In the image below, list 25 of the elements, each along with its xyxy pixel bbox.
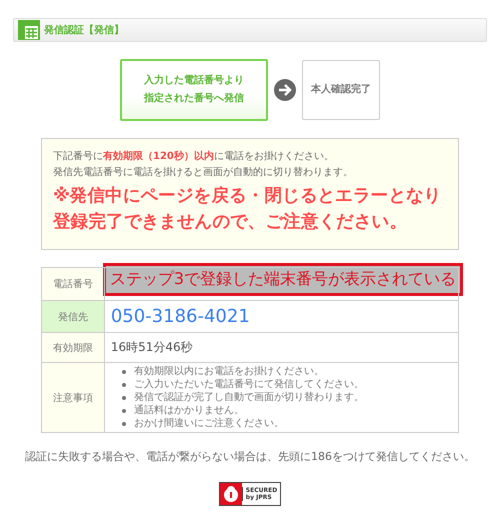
note-item: おかけ間違いにご注意ください。 bbox=[134, 417, 284, 430]
footer-note: 認証に失敗する場合や、電話が繋がらない場合は、先頭に186をつけて発信してください。 bbox=[25, 449, 475, 464]
note-item: 有効期限以内にお電話をお掛けください。 bbox=[134, 365, 324, 378]
note-item: ご入力いただいた電話番号にて発信してください。 bbox=[134, 378, 364, 391]
row-label: 有効期限 bbox=[42, 332, 104, 362]
bullet-icon bbox=[122, 408, 126, 412]
row-label: 発信先 bbox=[42, 300, 104, 332]
annotation-callout: ステップ3で登録した端末番号が表示されている bbox=[102, 262, 463, 296]
bullet-icon bbox=[122, 422, 126, 426]
bullet-icon bbox=[122, 396, 126, 400]
notice-text: 発信先電話番号に電話を掛けると画面が自動的に切り替わります。 bbox=[53, 166, 354, 180]
step-box: 入力した電話番号より 指定された番号へ発信 bbox=[120, 59, 268, 121]
expiry-time: 16時51分46秒 bbox=[110, 340, 193, 354]
step-box: 本人確認完了 bbox=[302, 60, 380, 120]
row-label: 電話番号 bbox=[42, 268, 104, 300]
row-label: 注意事項 bbox=[42, 362, 104, 432]
note-item: 発信で認証が完了し自動で画面が切り替わります。 bbox=[134, 391, 364, 404]
notice-text: 下記番号に有効期限（120秒）以内に電話をお掛けください。 bbox=[53, 150, 335, 164]
header-title: 発信認証【発信】 bbox=[44, 24, 124, 37]
bullet-icon bbox=[122, 370, 126, 374]
calculator-icon bbox=[18, 20, 40, 40]
note-item: 通話料はかかりません。 bbox=[134, 404, 244, 417]
bullet-icon bbox=[122, 382, 126, 386]
warning-text: ※発信中にページを戻る・閉じるとエラーとなり登録完了できませんので、ご注意ください。 bbox=[53, 185, 442, 234]
phone-number: 050-3186-4021 bbox=[110, 306, 250, 327]
